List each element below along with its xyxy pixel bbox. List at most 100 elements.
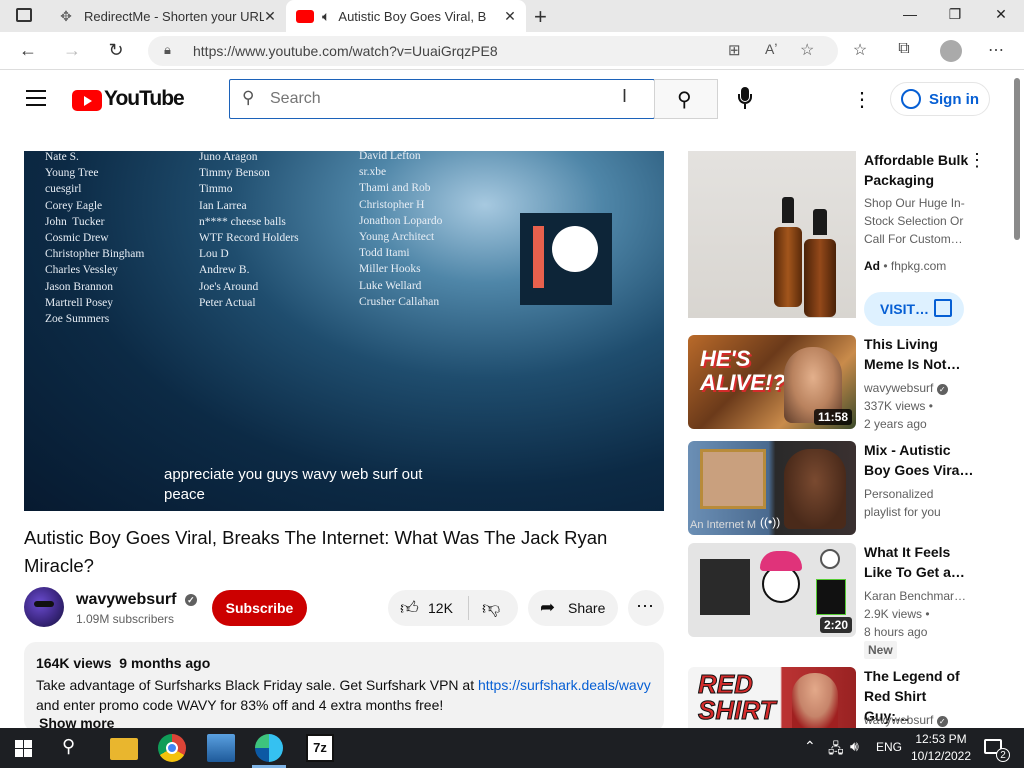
scrollbar-thumb[interactable] (1014, 78, 1020, 240)
profile-avatar[interactable] (940, 40, 962, 62)
tab-actions-icon[interactable] (16, 8, 32, 22)
video-thumbnail[interactable]: HE'S ALIVE!? 11:58 (688, 335, 856, 429)
credit-name: Martrell Posey (45, 296, 114, 309)
credits-column-1: Nate S. Young Tree cuesgirl Corey Eagle John… (45, 151, 144, 327)
browser-tab-strip: ✥ RedirectMe - Shorten your URL f ✕ 🔈︎ A… (0, 0, 1024, 32)
monitor-image (700, 559, 750, 615)
surfshark-link[interactable]: https://surfshark.deals/wavy (478, 677, 651, 693)
add-favorite-icon[interactable]: ☆ (800, 40, 814, 60)
channel-name[interactable]: wavywebsurf ✓ (76, 591, 197, 609)
mix-thumbnail[interactable]: An Internet M ((•)) (688, 441, 856, 535)
credit-name: Timmy Benson (199, 167, 270, 180)
dislike-button[interactable]: 👎︎ (469, 590, 518, 626)
search-icon: ⚲ (677, 89, 692, 111)
ad-options-icon[interactable]: ⋮ (968, 150, 986, 171)
edge-icon[interactable] (255, 734, 283, 762)
visit-button[interactable]: VISIT… (864, 292, 964, 326)
collections-icon[interactable]: ⧉ (892, 40, 916, 58)
language-indicator[interactable]: ENG (876, 740, 902, 754)
ad-title[interactable]: Affordable Bulk Packaging (864, 150, 974, 190)
tab-title: RedirectMe - Shorten your URL f (84, 8, 264, 24)
hamburger-menu-icon[interactable] (26, 90, 46, 106)
new-badge: New (864, 641, 897, 659)
7zip-icon[interactable]: 7z (306, 734, 334, 762)
share-button[interactable]: ➦ Share (528, 590, 618, 626)
tab-close-icon[interactable]: ✕ (502, 8, 518, 25)
voice-search-icon[interactable] (738, 87, 752, 109)
mix-subtitle-2: playlist for you (864, 505, 941, 519)
credit-name: Cosmic Drew (45, 232, 109, 245)
clock-icon (820, 549, 840, 569)
video-duration: 2:20 (819, 617, 852, 633)
read-aloud-icon[interactable]: A͏ʼ (765, 41, 777, 57)
chrome-icon[interactable] (158, 734, 186, 762)
video-thumbnail[interactable]: RED SHIRT (688, 667, 856, 728)
favorites-icon[interactable]: ☆ (848, 40, 872, 60)
tab-close-icon[interactable]: ✕ (262, 8, 278, 25)
close-window-button[interactable]: ✕ (986, 6, 1016, 23)
credit-name: Jason Brannon (45, 280, 114, 293)
video-channel[interactable]: wavywebsurf ✓ (864, 711, 948, 729)
like-button[interactable]: 👍︎ 12K (388, 590, 468, 626)
clock[interactable]: 12:53 PM 10/12/2022 (908, 731, 974, 765)
channel-avatar[interactable] (24, 587, 64, 627)
mix-title[interactable]: Mix - Autistic Boy Goes Vira… (864, 440, 974, 480)
thumbnail-text: HE'S ALIVE!? (700, 346, 786, 395)
search-input[interactable] (270, 88, 630, 110)
taskbar-search-icon[interactable]: ⚲ (62, 736, 75, 757)
credit-name: cuesgirl (45, 183, 82, 196)
search-button[interactable]: ⚲ (654, 79, 718, 119)
settings-dots-icon[interactable]: ⋮ (852, 87, 872, 112)
show-hidden-icons[interactable]: ⌃ (804, 738, 816, 755)
youtube-logo-icon[interactable] (72, 90, 102, 111)
ad-thumbnail[interactable] (688, 151, 856, 318)
network-icon[interactable]: 🖧︎ (828, 738, 844, 762)
video-channel[interactable]: Karan Benchmar… (864, 587, 966, 605)
more-menu-icon[interactable]: ⋯ (984, 40, 1008, 60)
video-title: Autistic Boy Goes Viral, Breaks The Inte… (24, 527, 608, 576)
tab-favicon-icon: ✥ (60, 7, 72, 24)
youtube-logo-text[interactable]: YouTube (104, 87, 185, 111)
volume-icon[interactable]: 🔊︎ (850, 738, 859, 755)
windows-start-icon[interactable] (15, 740, 32, 757)
subscribe-button[interactable]: Subscribe (212, 590, 307, 626)
restore-button[interactable]: ❐ (940, 6, 970, 23)
subscriber-count: 1.09M subscribers (76, 612, 175, 626)
browser-tab-redirectme[interactable]: ✥ RedirectMe - Shorten your URL f ✕ (48, 0, 286, 32)
lock-icon[interactable]: 🔒︎ (164, 42, 171, 58)
credit-name: Todd Itami (359, 247, 410, 260)
back-button[interactable]: ← (16, 40, 40, 61)
photos-icon[interactable] (207, 734, 235, 762)
video-channel[interactable]: wavywebsurf ✓ (864, 379, 948, 397)
like-count: 12K (428, 600, 453, 616)
like-dislike-group: 👍︎ 12K 👎︎ (388, 590, 518, 626)
pink-hair-image (760, 551, 802, 571)
browser-tab-youtube[interactable]: 🔈︎ Autistic Boy Goes Viral, Brea ✕ (286, 0, 526, 32)
person-image (792, 673, 838, 728)
refresh-button[interactable]: ↻ (104, 40, 128, 61)
app-available-icon[interactable]: ⊞ (728, 41, 741, 59)
sign-in-label: Sign in (929, 91, 979, 108)
search-icon: ⚲ (242, 88, 255, 107)
ad-domain: fhpkg.com (890, 259, 947, 273)
url-field[interactable]: 🔒︎ https://www.youtube.com/watch?v=UuaiG… (148, 36, 838, 66)
verified-icon: ✓ (936, 716, 948, 727)
new-tab-button[interactable]: + (534, 4, 547, 30)
caption-line-1: appreciate you guys wavy web surf out (164, 466, 423, 483)
video-thumbnail[interactable]: 2:20 (688, 543, 856, 637)
more-actions-button[interactable]: ⋯ (628, 590, 664, 626)
video-views: 337K views • (864, 399, 933, 413)
tab-audio-icon[interactable]: 🔈︎ (322, 8, 330, 25)
credit-name: Crusher Callahan (359, 295, 440, 308)
video-title[interactable]: What It Feels Like To Get a… (864, 542, 974, 582)
file-explorer-icon[interactable] (110, 738, 138, 760)
minimize-button[interactable]: — (895, 6, 925, 22)
forward-button[interactable]: → (60, 40, 84, 61)
sign-in-button[interactable]: Sign in (890, 82, 990, 116)
windows-taskbar: ⚲ 7z ⌃ 🖧︎ 🔊︎ ENG 12:53 PM 10/12/2022 2 (0, 728, 1024, 768)
search-box[interactable]: ⚲ I (229, 79, 655, 119)
description-box[interactable]: 164K views 9 months ago Take advantage o… (24, 642, 664, 732)
video-title[interactable]: This Living Meme Is Not… (864, 334, 974, 374)
credit-name: Jonathon Lopardo (359, 214, 443, 227)
video-player[interactable]: Nate S. Young Tree cuesgirl Corey Eagle John… (24, 151, 664, 511)
